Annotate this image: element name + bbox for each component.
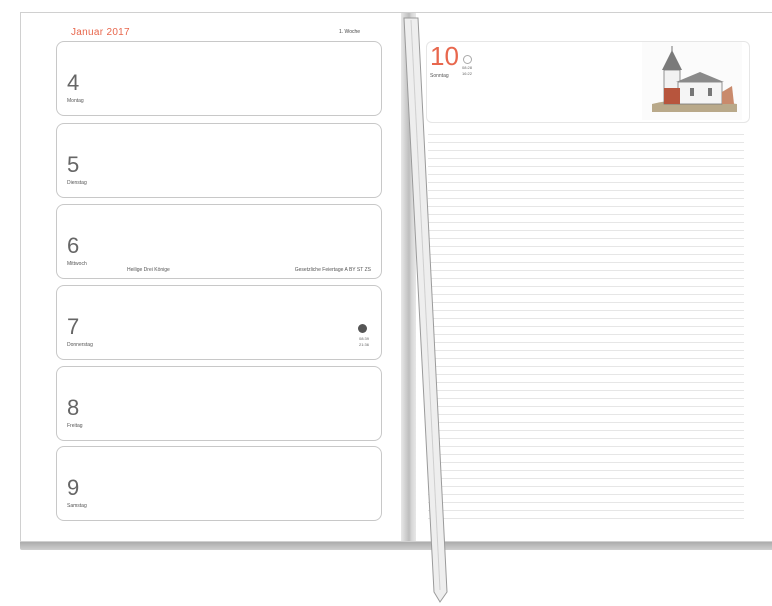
holiday-note: Heilige Drei Könige xyxy=(127,267,170,273)
sun-icon xyxy=(463,55,472,64)
day-box-8[interactable]: 8 Freitag xyxy=(56,366,382,441)
full-moon-icon xyxy=(358,324,367,333)
sunset-time: 16:22 xyxy=(462,71,473,76)
day-number: 9 xyxy=(67,475,80,500)
day-box-7[interactable]: 7 Donnerstag 08:39 21:36 xyxy=(56,285,382,360)
day-number: 4 xyxy=(67,70,80,95)
sunrise-time: 08:28 xyxy=(462,65,473,70)
day-box-9[interactable]: 9 Samstag xyxy=(56,446,382,521)
day-name: Samstag xyxy=(67,503,87,509)
note-lines[interactable] xyxy=(428,127,744,523)
month-title: Januar 2017 xyxy=(71,27,130,38)
church-illustration xyxy=(642,42,742,120)
left-page: Januar 2017 1. Woche 4 Montag 5 Dienstag… xyxy=(21,13,404,541)
sunday-header xyxy=(426,41,750,123)
day-number: 6 xyxy=(67,233,80,258)
day-name: Freitag xyxy=(67,423,83,429)
moon-rise-time: 08:39 xyxy=(358,336,369,341)
day-name: Donnerstag xyxy=(67,342,93,348)
day-name: Mittwoch xyxy=(67,261,87,267)
day-number: 8 xyxy=(67,395,80,420)
day-number-10: 10 xyxy=(430,41,459,71)
day-name-sunday: Sonntag xyxy=(430,73,449,79)
week-label: 1. Woche xyxy=(339,29,361,35)
day-box-5[interactable]: 5 Dienstag xyxy=(56,123,382,198)
right-page: 10 Sonntag 08:28 16:22 xyxy=(416,13,772,541)
day-box-4[interactable]: 4 Montag xyxy=(56,41,382,116)
day-number: 5 xyxy=(67,152,80,177)
day-number: 7 xyxy=(67,314,80,339)
holiday-regions-note: Gesetzliche Feiertage A BY ST ZS xyxy=(294,267,371,273)
day-name: Montag xyxy=(67,98,84,104)
open-planner: Januar 2017 1. Woche 4 Montag 5 Dienstag… xyxy=(20,12,772,542)
moon-set-time: 21:36 xyxy=(358,342,369,347)
day-name: Dienstag xyxy=(67,180,87,186)
day-box-6[interactable]: 6 Mittwoch Heilige Drei Könige Gesetzlic… xyxy=(56,204,382,279)
